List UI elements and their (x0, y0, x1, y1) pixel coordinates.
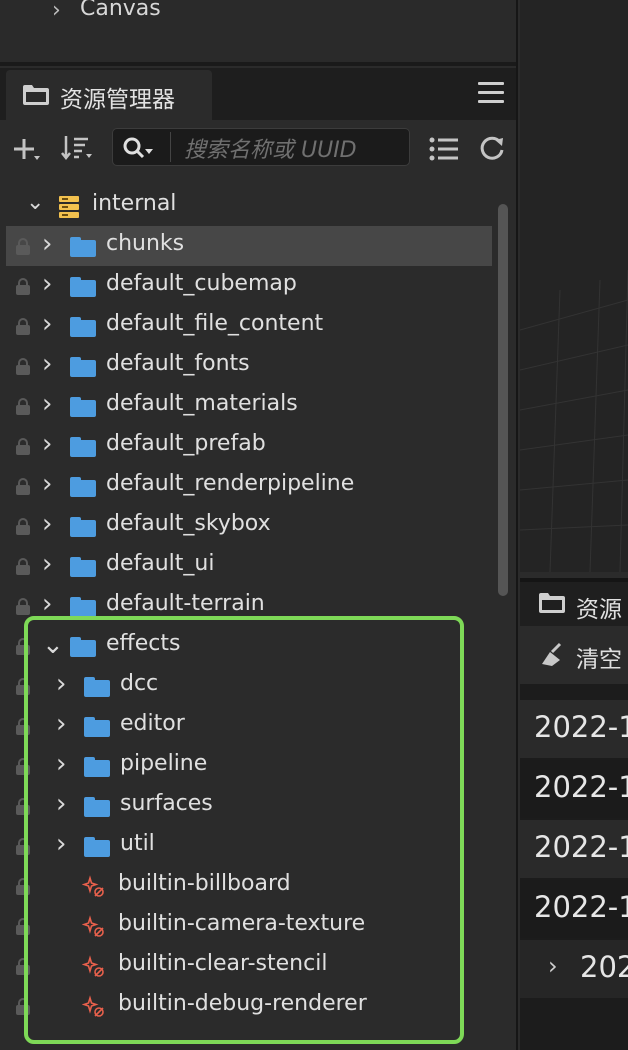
database-icon (59, 196, 79, 218)
console-log-entry[interactable]: 2022-1 (520, 760, 628, 818)
chevron-right-icon[interactable]: › (42, 269, 52, 299)
chevron-right-icon[interactable]: › (52, 0, 61, 23)
folder-icon (23, 85, 49, 105)
broom-icon[interactable] (538, 642, 564, 668)
folder-icon (70, 557, 96, 577)
folder-icon (70, 317, 96, 337)
lock-icon (16, 598, 30, 615)
hierarchy-node-canvas[interactable]: Canvas (80, 0, 161, 21)
folder-icon (70, 397, 96, 417)
lock-icon (16, 318, 30, 335)
console-tab-bar: 资源 (520, 578, 628, 626)
lock-icon (16, 398, 30, 415)
folder-icon (70, 277, 96, 297)
tree-item[interactable]: › default_fonts (0, 346, 492, 386)
chevron-right-icon[interactable]: › (548, 952, 558, 980)
highlight-box (24, 616, 464, 1044)
tree-item-label: default_ui (106, 551, 215, 576)
hierarchy-panel-bottom: › Canvas (0, 0, 516, 66)
tree-item[interactable]: › default_renderpipeline (0, 466, 492, 506)
lock-icon (16, 358, 30, 375)
chevron-right-icon[interactable]: › (42, 549, 52, 579)
tree-item-label: default_cubemap (106, 271, 297, 296)
add-icon[interactable] (12, 136, 42, 162)
folder-icon (539, 593, 565, 613)
folder-icon (70, 517, 96, 537)
tree-item-label: default_prefab (106, 431, 266, 456)
tree-item[interactable]: › default_file_content (0, 306, 492, 346)
scrollbar-thumb[interactable] (498, 204, 508, 596)
tree-item-label: chunks (106, 231, 185, 256)
tab-assets-label: 资源管理器 (60, 87, 175, 113)
console-tab-label[interactable]: 资源 (576, 590, 622, 624)
lock-icon (16, 278, 30, 295)
chevron-right-icon[interactable]: › (42, 349, 52, 379)
refresh-icon[interactable] (478, 134, 506, 162)
console-log-text: 2022-1 (534, 770, 628, 804)
list-view-icon[interactable] (428, 136, 460, 162)
clear-button[interactable]: 清空 (576, 640, 622, 674)
tree-item[interactable]: › default_materials (0, 386, 492, 426)
sort-icon[interactable] (60, 134, 94, 162)
lock-icon (16, 238, 30, 255)
console-log-entry[interactable]: 2022-1 (520, 700, 628, 758)
menu-icon[interactable] (478, 82, 504, 104)
tree-item[interactable]: › default_skybox (0, 506, 492, 546)
chevron-right-icon[interactable]: › (42, 589, 52, 619)
console-toolbar: 清空 (520, 626, 628, 684)
scene-grid (520, 269, 628, 572)
console-log-text: 2022-1 (534, 830, 628, 864)
folder-icon (70, 597, 96, 617)
tree-item-label: default_file_content (106, 311, 324, 336)
folder-icon (70, 357, 96, 377)
tree-root-internal[interactable]: ⌄ internal (0, 186, 492, 226)
search-placeholder[interactable]: 搜索名称或 UUID (184, 132, 357, 164)
console-log-text: 2022-1 (534, 710, 628, 744)
search-divider (170, 132, 171, 162)
console-log-entry[interactable]: › 202 (520, 940, 628, 998)
chevron-right-icon[interactable]: › (42, 229, 52, 259)
chevron-down-icon[interactable]: ⌄ (26, 190, 44, 215)
tree-item-label: default_renderpipeline (106, 471, 355, 496)
tree-item-label: default-terrain (106, 591, 265, 616)
tree-item[interactable]: › default_prefab (0, 426, 492, 466)
tree-item[interactable]: › chunks (6, 226, 492, 266)
lock-icon (16, 438, 30, 455)
lock-icon (16, 518, 30, 535)
tree-item[interactable]: › default_ui (0, 546, 492, 586)
folder-icon (70, 477, 96, 497)
scene-viewport[interactable] (520, 0, 628, 572)
folder-icon (70, 437, 96, 457)
console-log-text: 2022-1 (534, 890, 628, 924)
tab-assets[interactable]: 资源管理器 (6, 70, 212, 122)
console-log-entry[interactable]: 2022-1 (520, 820, 628, 878)
chevron-right-icon[interactable]: › (42, 389, 52, 419)
tree-item[interactable]: › default_cubemap (0, 266, 492, 306)
tree-item-label: default_materials (106, 391, 298, 416)
tree-root-label: internal (92, 191, 177, 216)
console-log-text: 202 (580, 950, 628, 984)
chevron-right-icon[interactable]: › (42, 309, 52, 339)
console-log-entry[interactable]: 2022-1 (520, 880, 628, 938)
chevron-right-icon[interactable]: › (42, 509, 52, 539)
chevron-right-icon[interactable]: › (42, 469, 52, 499)
tree-item-label: default_skybox (106, 511, 271, 536)
folder-icon (70, 237, 96, 257)
tree-item-label: default_fonts (106, 351, 250, 376)
search-icon[interactable] (122, 136, 156, 160)
lock-icon (16, 478, 30, 495)
lock-icon (16, 558, 30, 575)
chevron-right-icon[interactable]: › (42, 429, 52, 459)
